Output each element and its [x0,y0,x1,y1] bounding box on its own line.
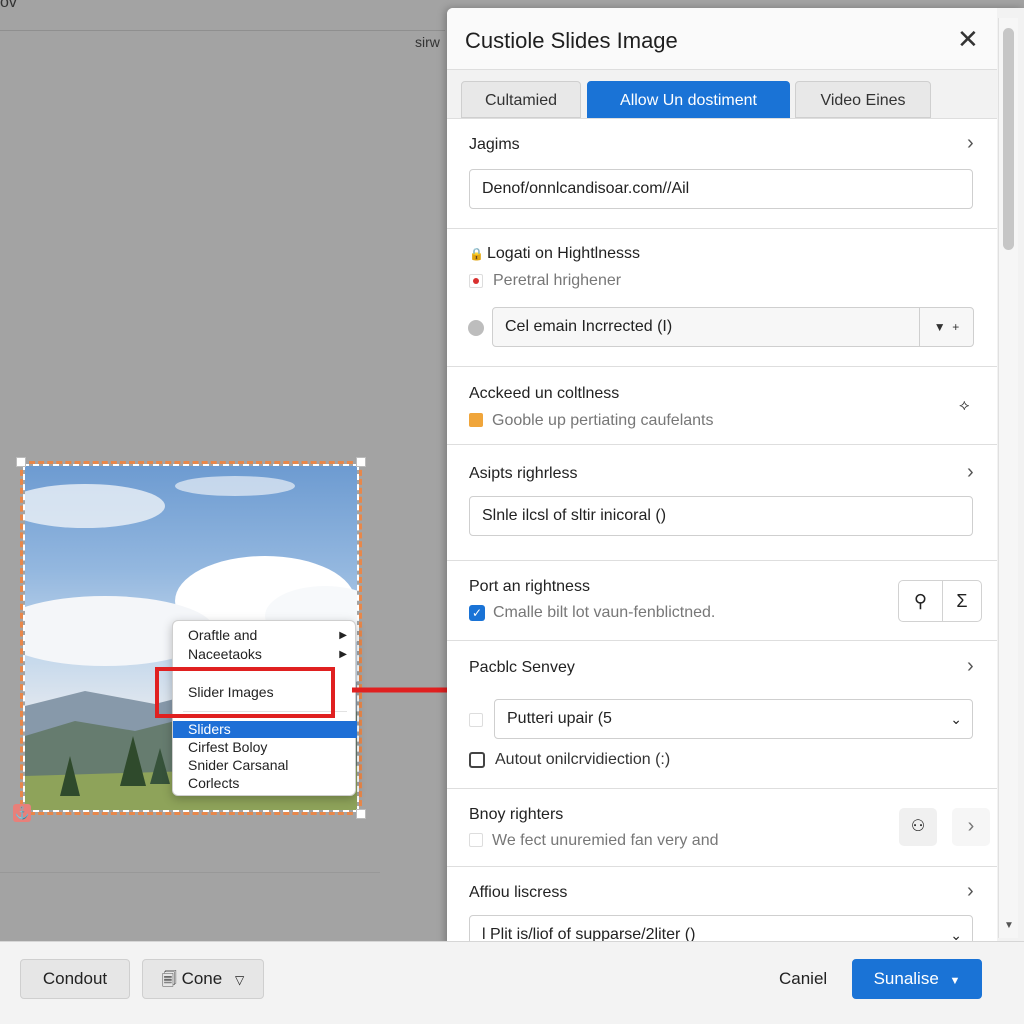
section-title: Asipts righrless [469,465,578,482]
resize-handle[interactable] [16,457,26,467]
context-menu-item-label: Sliders [188,721,231,737]
section-title: Jagims [469,136,520,153]
resize-handle[interactable] [356,809,366,819]
condout-button[interactable]: Condout [20,959,130,999]
section-title: Pacblc Senvey [469,659,575,676]
chevron-right-icon[interactable]: › [967,880,974,903]
section-pacbic: Pacblc Senvey › Putteri upair (5 ⌄ Autou… [447,640,997,788]
dropdown-plus-icon[interactable]: ▼ + [919,308,973,346]
cone-button-label: Cone [181,969,223,988]
dialog-title: Custiole Slides Image [465,28,678,53]
highlight-box [155,667,335,718]
user-icon[interactable]: ⚇ [899,808,937,846]
port-checkbox-label: Cmalle bilt lot vaun-fenblictned. [493,604,716,621]
section-title: Port an rightness [469,578,590,595]
tab-bar: Cultamied Allow Un dostiment Video Eines [447,70,997,120]
close-icon[interactable]: ✕ [957,24,979,55]
section-asipts: Asipts righrless › Slnle ilcsl of sltir … [447,444,997,560]
chevron-down-icon: ⌄ [950,711,962,727]
warning-icon [469,413,483,427]
context-menu-item[interactable]: Oraftle and [188,627,257,643]
context-menu-item[interactable]: Snider Carsanal [188,757,288,773]
tab-video-eines[interactable]: Video Eines [795,81,931,118]
caret-down-icon: ▼ [949,975,961,987]
scroll-thumb[interactable] [1003,28,1014,250]
footer-bar: Condout 🗐 Cone ▽ Caniel Sunalise ▼ [0,941,1024,1024]
location-subtitle: Peretral hrighener [493,272,622,289]
section-jagims: Jagims › Denof/onnlcandisoar.com//Ail [447,118,997,228]
bnoy-subtitle: We fect unuremied fan very and [492,832,719,849]
section-title: Affiou liscress [469,884,568,901]
tool-buttons: ⚲ Σ [898,580,982,622]
document-icon: 🗐 [161,971,177,988]
lock-icon: 🔒 [469,247,484,261]
radio-button[interactable] [468,320,484,336]
section-affiou: Affiou liscress › l Plit is/liof of supp… [447,866,997,948]
diamond-arrow-icon[interactable]: ⟡ [959,397,970,415]
autout-checkbox[interactable] [469,752,485,768]
red-dot-icon [469,274,483,288]
small-checkbox[interactable] [469,713,483,727]
submit-button-label: Sunalise [873,969,939,988]
background-note: sirw [415,34,440,50]
section-location: 🔒 Logati on Hightlnesss Peretral hrighen… [447,228,997,366]
chevron-right-icon[interactable]: › [967,655,974,678]
context-menu-item-sliders[interactable]: Sliders [173,721,357,738]
chevron-right-icon[interactable]: › [967,461,974,484]
port-checkbox[interactable]: ✓ [469,605,485,621]
section-title: Bnoy righters [469,806,564,823]
scroll-down-icon[interactable]: ▼ [1004,920,1014,931]
submit-button[interactable]: Sunalise ▼ [852,959,982,999]
pacbic-select-value: Putteri upair (5 [507,710,612,727]
zoom-icon[interactable]: ⚲ [899,581,943,621]
background-divider-lower [0,872,380,873]
section-bnoy: Bnoy righters We fect unuremied fan very… [447,788,997,866]
cone-button[interactable]: 🗐 Cone ▽ [142,959,264,999]
background-divider [0,30,445,31]
location-select-value: Cel emain Incrrected (I) [505,318,673,335]
section-title: Acckeed un coltlness [469,385,620,402]
chevron-right-icon[interactable]: › [967,132,974,155]
pacbic-select[interactable]: Putteri upair (5 ⌄ [494,699,973,739]
sigma-icon[interactable]: Σ [943,581,981,621]
tab-allow-un-dostiment[interactable]: Allow Un dostiment [587,81,790,118]
tab-cultamied[interactable]: Cultamied [461,81,581,118]
section-title: Logati on Hightlnesss [487,245,640,262]
bnoy-checkbox[interactable] [469,833,483,847]
resize-handle[interactable] [356,457,366,467]
submenu-arrow-icon: ▶ [339,649,347,660]
dialog-scrollbar[interactable]: ▼ [998,18,1018,938]
image-anchor-icon[interactable]: ⚓ [13,804,31,822]
chevron-down-icon: ▽ [234,973,245,987]
chevron-right-icon[interactable]: › [952,808,990,846]
location-select[interactable]: Cel emain Incrrected (I) [492,307,974,347]
section-acckeed: Acckeed un coltlness Gooble up pertiatin… [447,366,997,444]
slides-image-dialog: Custiole Slides Image ✕ Cultamied Allow … [447,8,1024,948]
autout-checkbox-label: Autout onilcrvidiection (:) [495,751,671,768]
submenu-arrow-icon: ▶ [339,630,347,641]
background-corner-text: ov [0,0,17,11]
section-port: Port an rightness ✓ Cmalle bilt lot vaun… [447,560,997,640]
context-menu-item[interactable]: Cirfest Boloy [188,739,267,755]
cancel-button[interactable]: Caniel [779,969,827,989]
acckeed-subtitle: Gooble up pertiating caufelants [492,412,714,429]
dialog-header: Custiole Slides Image ✕ [447,8,997,70]
asipts-field[interactable]: Slnle ilcsl of sltir inicoral () [469,496,973,536]
context-menu-item[interactable]: Naceetaoks [188,646,262,662]
context-menu-item[interactable]: Corlects [188,775,239,791]
url-field[interactable]: Denof/onnlcandisoar.com//Ail [469,169,973,209]
